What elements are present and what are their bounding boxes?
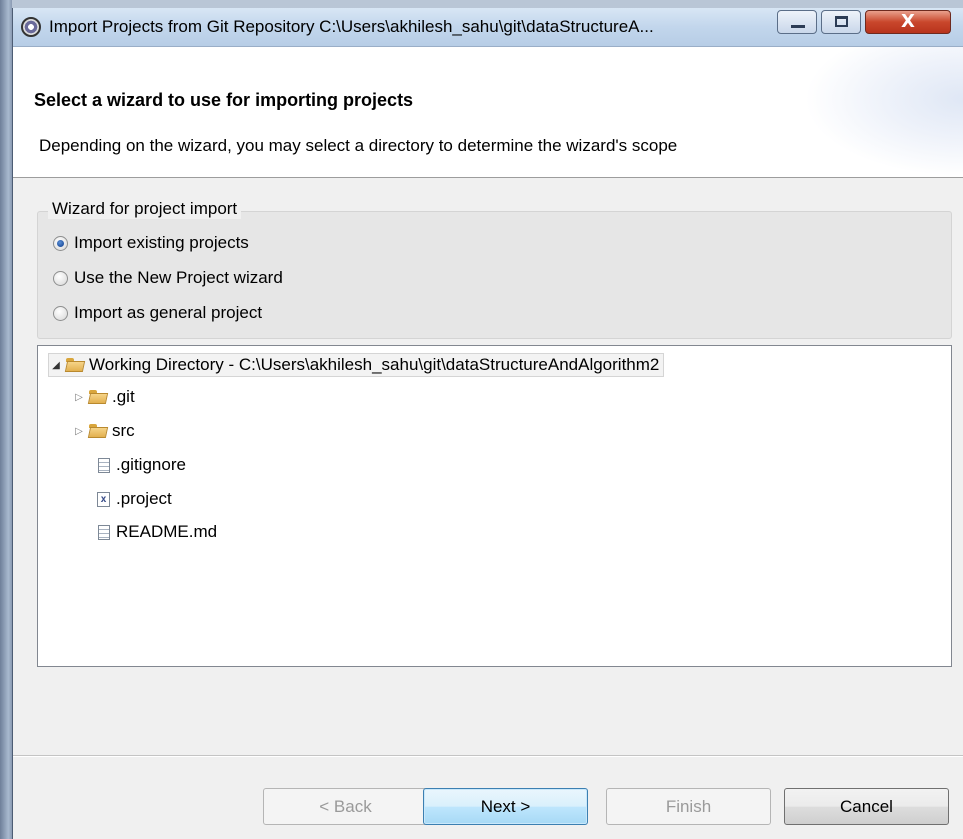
- expand-arrow-icon[interactable]: ▷: [72, 392, 86, 403]
- tree-item-label: README.md: [116, 522, 218, 541]
- radio-general-project[interactable]: Import as general project: [53, 302, 262, 324]
- radio-label: Import existing projects: [74, 233, 249, 252]
- tree-item-readme[interactable]: README.md: [95, 520, 217, 544]
- working-directory-tree[interactable]: ◢ Working Directory - C:\Users\akhilesh_…: [37, 345, 952, 667]
- finish-button[interactable]: Finish: [606, 788, 771, 825]
- tree-item-label: src: [112, 421, 135, 440]
- maximize-button[interactable]: [821, 10, 861, 34]
- eclipse-app-icon: [21, 17, 41, 37]
- tree-root-working-directory[interactable]: ◢ Working Directory - C:\Users\akhilesh_…: [48, 353, 665, 377]
- tree-item-src[interactable]: ▷ src: [72, 419, 135, 443]
- window-title: Import Projects from Git Repository C:\U…: [49, 17, 654, 36]
- next-button[interactable]: Next >: [423, 788, 588, 825]
- tree-item-gitignore[interactable]: .gitignore: [95, 453, 186, 477]
- page-description: Depending on the wizard, you may select …: [39, 136, 678, 155]
- close-icon: X: [901, 11, 915, 32]
- collapse-arrow-icon[interactable]: ◢: [49, 360, 63, 371]
- maximize-icon: [835, 16, 848, 27]
- tree-item-label: .git: [112, 387, 135, 406]
- tree-item-project[interactable]: x .project: [95, 487, 172, 511]
- tree-item-label: .gitignore: [116, 455, 186, 474]
- import-dialog: Import Projects from Git Repository C:\U…: [12, 8, 963, 839]
- folder-open-icon: [89, 424, 107, 438]
- expand-arrow-icon[interactable]: ▷: [72, 426, 86, 437]
- button-bar-separator: [13, 755, 963, 757]
- radio-label: Use the New Project wizard: [74, 268, 283, 287]
- radio-new-project-wizard[interactable]: Use the New Project wizard: [53, 267, 283, 289]
- cancel-button[interactable]: Cancel: [784, 788, 949, 825]
- radio-button-checked[interactable]: [53, 235, 68, 251]
- tree-item-label: .project: [116, 489, 172, 508]
- group-label: Wizard for project import: [48, 199, 242, 219]
- radio-button[interactable]: [53, 270, 68, 286]
- xml-file-icon: x: [97, 491, 110, 507]
- title-bar[interactable]: Import Projects from Git Repository C:\U…: [13, 8, 963, 47]
- text-file-icon: [98, 524, 110, 540]
- background-window-edge: [0, 0, 12, 839]
- folder-open-icon: [89, 390, 107, 404]
- text-file-icon: [98, 457, 110, 473]
- radio-button[interactable]: [53, 305, 68, 321]
- close-button[interactable]: X: [865, 10, 951, 34]
- folder-open-icon: [66, 358, 84, 372]
- minimize-button[interactable]: [777, 10, 817, 34]
- radio-label: Import as general project: [74, 303, 263, 322]
- back-button[interactable]: < Back: [263, 788, 428, 825]
- header-banner-graphic: [804, 47, 963, 177]
- tree-item-git[interactable]: ▷ .git: [72, 385, 135, 409]
- radio-import-existing[interactable]: Import existing projects: [53, 232, 249, 254]
- page-title: Select a wizard to use for importing pro…: [34, 90, 414, 110]
- tree-item-label: Working Directory - C:\Users\akhilesh_sa…: [89, 355, 660, 374]
- minimize-icon: [791, 25, 805, 28]
- wizard-header: Select a wizard to use for importing pro…: [13, 47, 963, 178]
